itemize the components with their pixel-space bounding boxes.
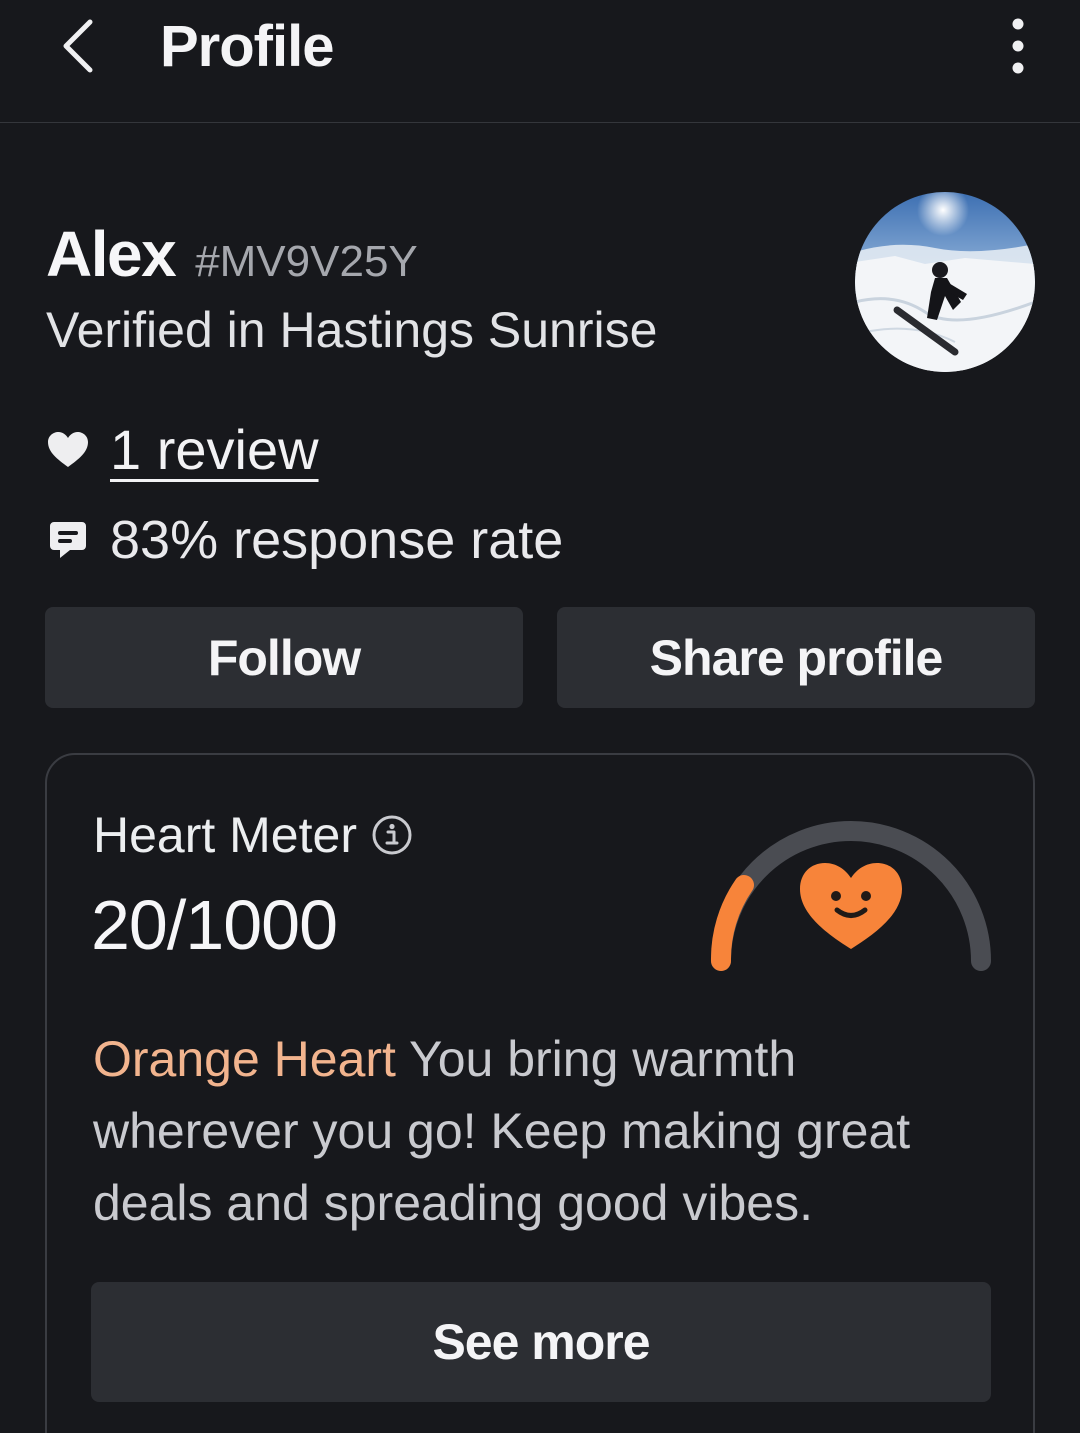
avatar[interactable]	[855, 192, 1035, 372]
reviews-row: 1 review	[46, 418, 319, 482]
profile-screen: Profile Alex #MV9V25Y Verified in Hastin…	[0, 0, 1080, 1433]
heart-meter-score: 20/1000	[91, 886, 338, 964]
more-options-button[interactable]	[994, 14, 1042, 78]
heart-meter-card: Heart Meter 20/1000 Orange Heart You bri…	[45, 753, 1035, 1433]
name-row: Alex #MV9V25Y	[46, 218, 418, 298]
user-name: Alex	[46, 218, 177, 290]
heart-meter-label: Heart Meter	[93, 807, 357, 863]
share-profile-button[interactable]: Share profile	[557, 607, 1035, 708]
heart-gauge	[697, 793, 997, 983]
chat-icon	[46, 518, 90, 562]
see-more-button[interactable]: See more	[91, 1282, 991, 1402]
smiling-heart-icon	[800, 863, 902, 949]
page-title: Profile	[160, 14, 334, 79]
app-header: Profile	[0, 0, 1080, 123]
more-vertical-icon	[1012, 18, 1024, 74]
heart-meter-header: Heart Meter	[93, 805, 413, 865]
verified-location: Verified in Hastings Sunrise	[46, 302, 658, 358]
avatar-photo	[855, 192, 1035, 372]
reviews-link[interactable]: 1 review	[110, 418, 319, 482]
info-icon[interactable]	[371, 814, 413, 856]
gauge-fill	[711, 875, 754, 971]
follow-button[interactable]: Follow	[45, 607, 523, 708]
response-rate: 83% response rate	[110, 510, 564, 570]
heart-level-name: Orange Heart	[93, 1031, 396, 1087]
user-tag: #MV9V25Y	[195, 237, 418, 286]
heart-meter-description: Orange Heart You bring warmth wherever y…	[93, 1023, 973, 1239]
back-button[interactable]	[48, 14, 108, 78]
chevron-left-icon	[63, 19, 93, 73]
heart-icon	[46, 428, 90, 472]
response-rate-row: 83% response rate	[46, 508, 563, 572]
